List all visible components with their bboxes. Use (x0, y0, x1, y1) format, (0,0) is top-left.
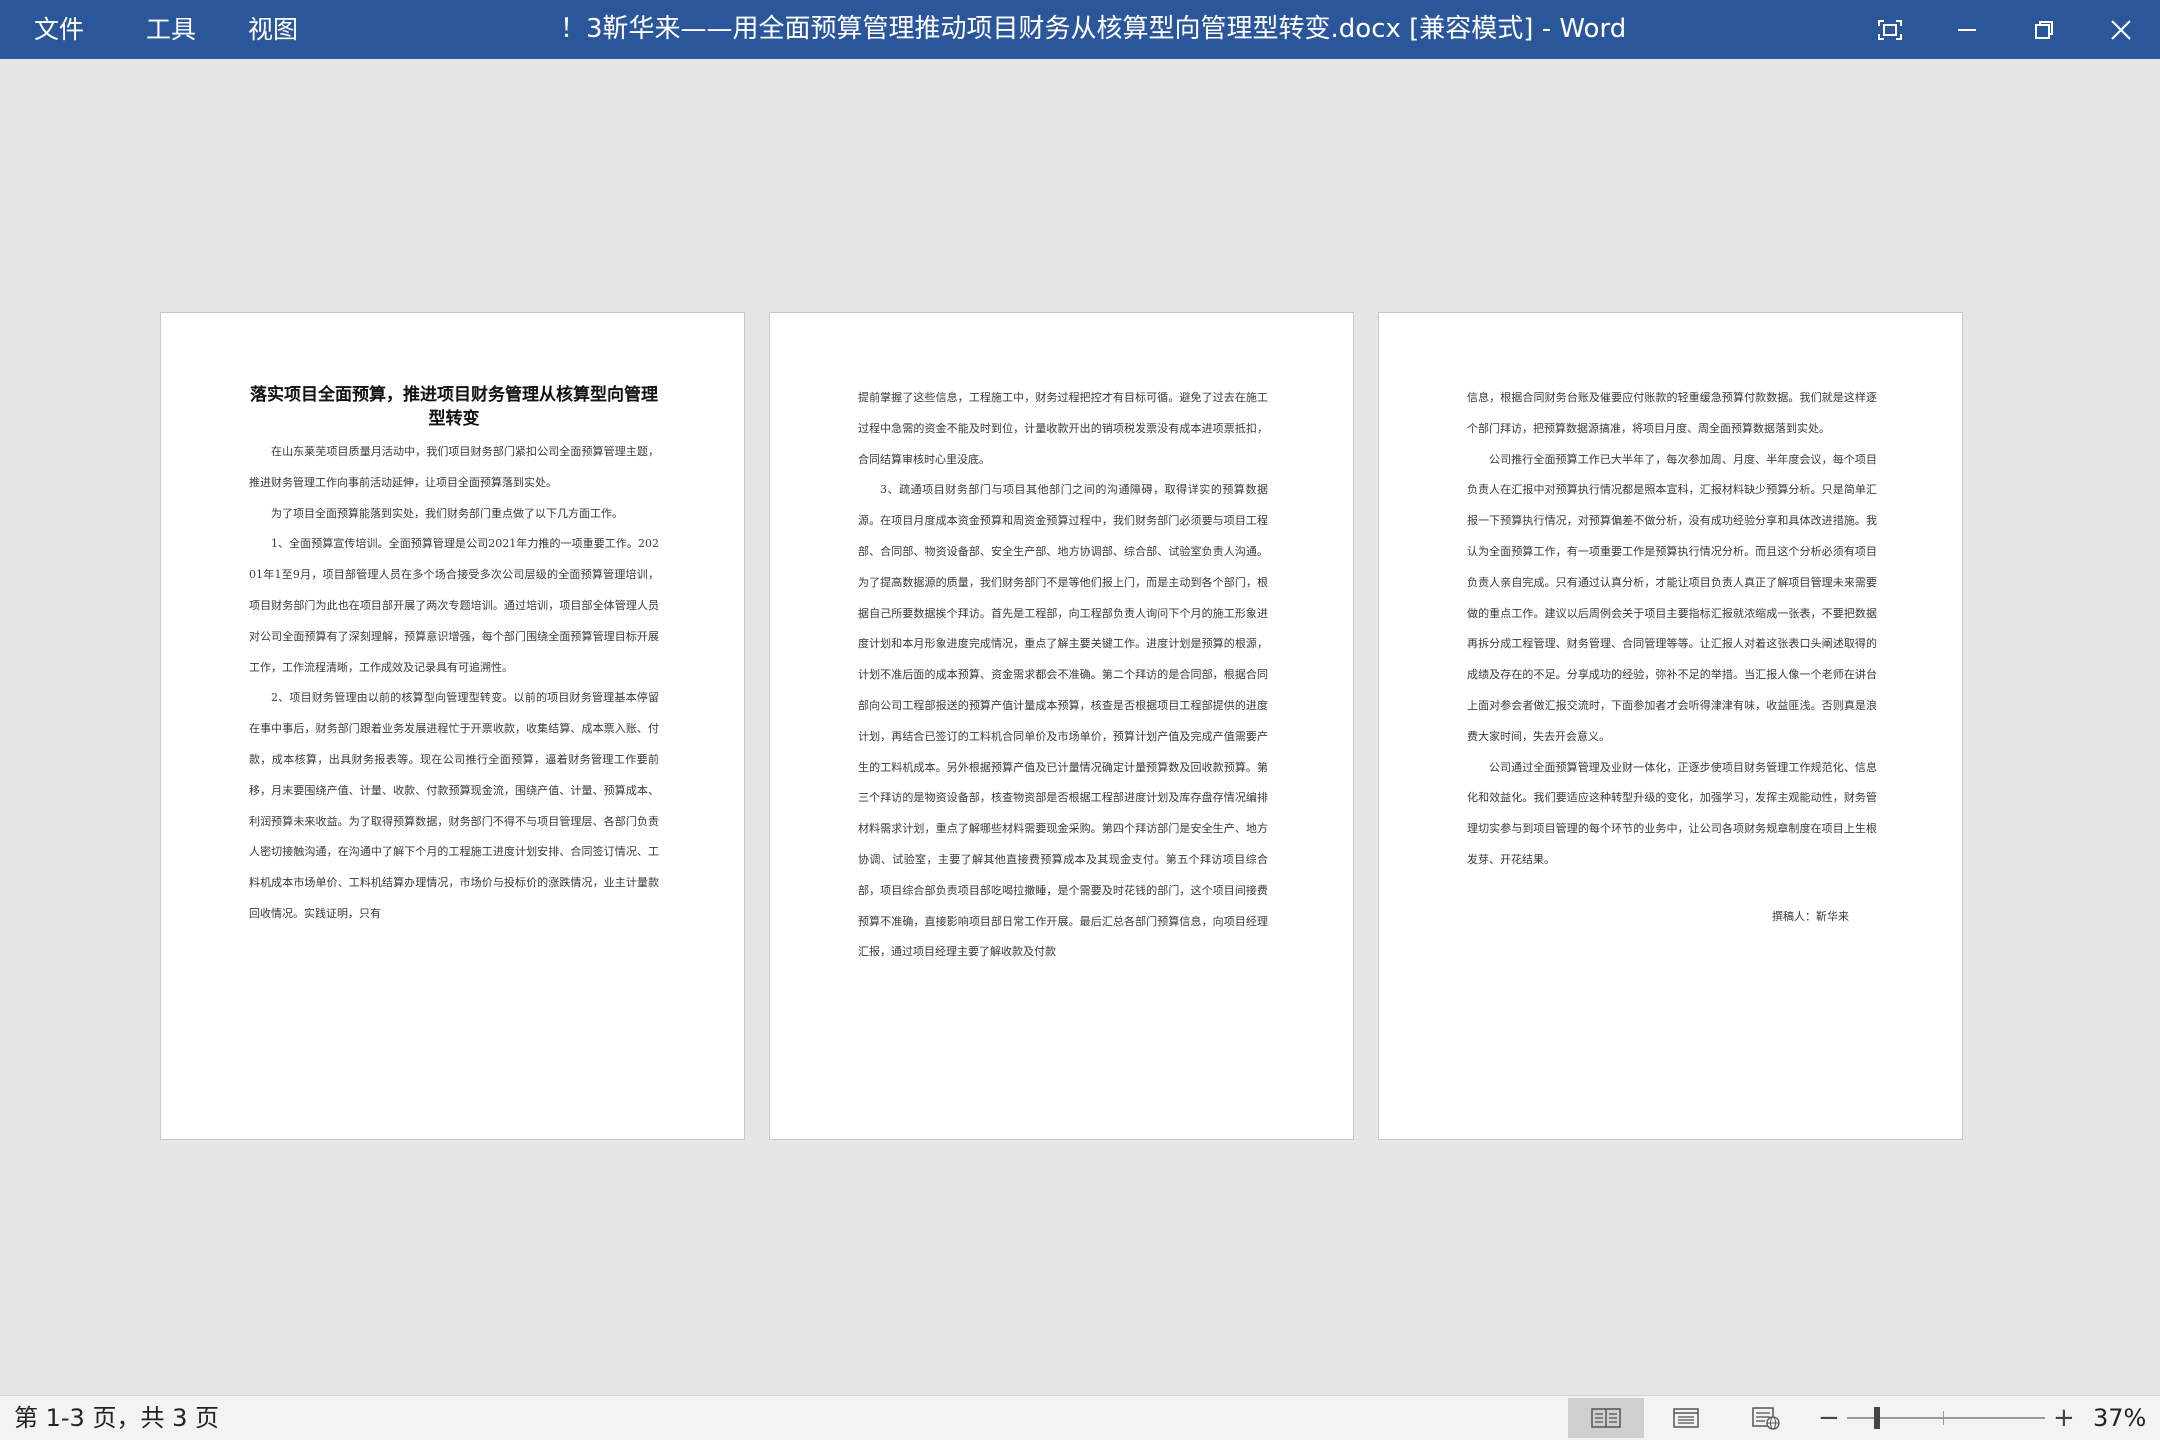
minimize-button[interactable] (1929, 0, 2005, 59)
web-layout-icon (1752, 1407, 1780, 1430)
close-icon (2111, 19, 2131, 40)
zoom-out-button[interactable]: − (1818, 1396, 1840, 1440)
focus-mode-icon (1878, 19, 1902, 40)
title-bar: 文件 工具 视图 ！3靳华来——用全面预算管理推动项目财务从核算型向管理型转变.… (0, 0, 2160, 59)
web-layout-button[interactable] (1728, 1398, 1804, 1438)
status-bar: 第 1-3 页，共 3 页 − + 37% (0, 1395, 2160, 1440)
restore-button[interactable] (2006, 0, 2082, 59)
paragraph: 公司推行全面预算工作已大半年了，每次参加周、月度、半年度会议，每个项目负责人在汇… (1467, 452, 1877, 743)
author-signature: 撰稿人：靳华来 (1772, 909, 1849, 923)
window-title: ！3靳华来——用全面预算管理推动项目财务从核算型向管理型转变.docx [兼容模… (560, 14, 1627, 44)
close-button[interactable] (2083, 0, 2159, 59)
focus-mode-button[interactable] (1852, 0, 1928, 59)
read-mode-icon (1591, 1408, 1621, 1428)
paragraph: 信息，根据合同财务台账及催要应付账款的轻重缓急预算付款数据。我们就是这样逐个部门… (1467, 391, 1877, 435)
zoom-level[interactable]: 37% (2093, 1396, 2146, 1440)
print-layout-button[interactable] (1648, 1398, 1724, 1438)
paragraph: 2、项目财务管理由以前的核算型向管理型转变。以前的项目财务管理基本停留在事中事后… (249, 691, 659, 920)
print-layout-icon (1673, 1408, 1699, 1428)
paragraph: 为了项目全面预算能落到实处，我们财务部门重点做了以下几方面工作。 (271, 506, 623, 520)
read-mode-button[interactable] (1568, 1398, 1644, 1438)
paragraph: 提前掌握了这些信息，工程施工中，财务过程把控才有目标可循。避免了过去在施工过程中… (858, 391, 1268, 466)
page-count[interactable]: 第 1-3 页，共 3 页 (14, 1396, 219, 1440)
zoom-in-button[interactable]: + (2053, 1396, 2075, 1440)
paragraph: 1、全面预算宣传培训。全面预算管理是公司2021年力推的一项重要工作。20201… (249, 537, 659, 674)
document-page-2: 提前掌握了这些信息，工程施工中，财务过程把控才有目标可循。避免了过去在施工过程中… (769, 312, 1354, 1140)
menu-file[interactable]: 文件 (24, 0, 94, 59)
minimize-icon (1958, 28, 1976, 31)
zoom-slider-center-tick (1943, 1411, 1944, 1425)
zoom-slider-thumb[interactable] (1874, 1407, 1880, 1429)
restore-icon (2035, 20, 2053, 39)
menu-tools[interactable]: 工具 (136, 0, 206, 59)
paragraph: 在山东莱芜项目质量月活动中，我们项目财务部门紧扣公司全面预算管理主题，推进财务管… (249, 445, 659, 489)
document-heading: 落实项目全面预算，推进项目财务管理从核算型向管理型转变 (250, 385, 658, 429)
document-page-1: 落实项目全面预算，推进项目财务管理从核算型向管理型转变 在山东莱芜项目质量月活动… (160, 312, 745, 1140)
paragraph: 3、疏通项目财务部门与项目其他部门之间的沟通障碍，取得详实的预算数据源。在项目月… (858, 483, 1268, 959)
document-page-3: 信息，根据合同财务台账及催要应付账款的轻重缓急预算付款数据。我们就是这样逐个部门… (1378, 312, 1963, 1140)
menu-view[interactable]: 视图 (238, 0, 308, 59)
paragraph: 公司通过全面预算管理及业财一体化，正逐步使项目财务管理工作规范化、信息化和效益化… (1467, 760, 1877, 866)
